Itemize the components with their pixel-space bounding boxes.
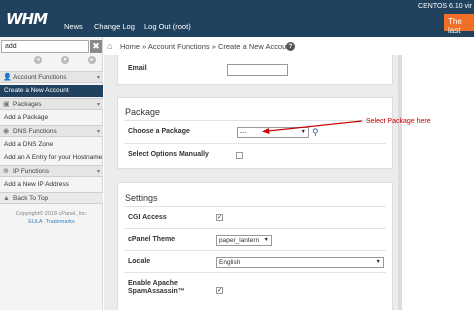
chevron-down-icon: ▼ (263, 237, 269, 243)
spamassassin-label-line1: Enable Apache (128, 280, 178, 287)
package-icon: ▣ (3, 101, 10, 108)
cgi-access-label: CGI Access (128, 214, 167, 221)
spamassassin-label-line2: SpamAssassin™ (128, 288, 185, 295)
dns-icon: ◉ (3, 128, 10, 135)
ip-icon: ⊕ (3, 168, 9, 175)
sidebar-item-add-package[interactable]: Add a Package (0, 112, 103, 124)
chevron-down-icon: ▼ (300, 129, 306, 135)
help-icon[interactable]: ? (286, 42, 295, 51)
settings-panel: Settings CGI Access ✓ cPanel Theme paper… (117, 182, 393, 310)
expand-icon[interactable]: ▾ (61, 56, 69, 64)
sidebar-item-create-account[interactable]: Create a New Account (0, 85, 103, 97)
package-select-value: --- (240, 129, 247, 136)
spamassassin-checkbox[interactable]: ✓ (216, 287, 223, 294)
divider (124, 272, 386, 273)
trademarks-link[interactable]: Trademarks (46, 219, 75, 225)
select-options-manually-checkbox[interactable] (236, 152, 243, 159)
whm-logo[interactable]: WHM (6, 10, 48, 28)
choose-package-label: Choose a Package (128, 128, 190, 135)
back-to-top-link[interactable]: ▲ Back To Top (0, 192, 103, 204)
search-input[interactable] (1, 40, 89, 53)
chevron-down-icon: ▾ (96, 102, 100, 108)
back-to-top-label: Back To Top (13, 195, 49, 202)
search-icon[interactable]: ⚲ (312, 128, 321, 137)
expand-all-icon[interactable]: ▸ (88, 56, 96, 64)
up-arrow-icon: ▲ (3, 195, 10, 202)
category-label: DNS Functions (13, 128, 57, 135)
locale-select-value: English (219, 259, 241, 266)
select-options-manually-label: Select Options Manually (128, 151, 209, 158)
cgi-access-checkbox[interactable]: ✓ (216, 214, 223, 221)
breadcrumb-text[interactable]: Home » Account Functions » Create a New … (120, 42, 293, 51)
person-icon: 👤 (3, 74, 12, 81)
sidebar-item-add-dns-zone[interactable]: Add a DNS Zone (0, 139, 103, 151)
locale-select[interactable]: English ▼ (216, 257, 384, 268)
clear-search-button[interactable]: ✖ (90, 40, 102, 53)
collapse-all-icon[interactable]: ◂ (34, 56, 42, 64)
category-ip-functions[interactable]: ⊕ IP Functions ▾ (0, 165, 103, 177)
theme-select-value: paper_lantern (219, 237, 260, 244)
cpanel-theme-label: cPanel Theme (128, 236, 176, 243)
sidebar-search: ✖ (1, 40, 102, 53)
chevron-down-icon: ▾ (96, 129, 100, 135)
divider (124, 250, 386, 251)
nav-logout-link[interactable]: Log Out (root) (144, 22, 191, 31)
category-packages[interactable]: ▣ Packages ▾ (0, 98, 103, 110)
sidebar: ✖ ◂ ▾ ▸ 👤 Account Functions ▾ Create a N… (0, 37, 103, 310)
cpanel-theme-select[interactable]: paper_lantern ▼ (216, 235, 272, 246)
email-panel: Email (117, 55, 393, 85)
latest-button[interactable]: The last (444, 14, 474, 35)
server-info: CENTOS 6.10 vir (418, 3, 472, 10)
home-icon[interactable]: ⌂ (107, 42, 116, 51)
eula-link[interactable]: EULA (28, 219, 42, 225)
chevron-down-icon: ▾ (96, 75, 100, 81)
nav-news-link[interactable]: News (64, 22, 83, 31)
divider (124, 143, 386, 144)
content-scrollbar[interactable] (398, 55, 402, 310)
chevron-down-icon: ▼ (375, 259, 381, 265)
divider (124, 206, 386, 207)
email-field[interactable] (227, 64, 288, 76)
sidebar-item-add-a-entry[interactable]: Add an A Entry for your Hostname (0, 152, 103, 164)
category-account-functions[interactable]: 👤 Account Functions ▾ (0, 71, 103, 83)
package-section-title: Package (125, 107, 161, 117)
copyright-text: Copyright© 2018 cPanel, Inc. (15, 211, 88, 217)
footer-links: EULA Trademarks (0, 219, 103, 225)
category-label: Account Functions (13, 74, 67, 81)
nav-changelog-link[interactable]: Change Log (94, 22, 135, 31)
email-label: Email (128, 65, 147, 72)
divider (124, 228, 386, 229)
chevron-down-icon: ▾ (96, 169, 100, 175)
annotation-text: Select Package here (366, 118, 431, 125)
settings-section-title: Settings (125, 193, 158, 203)
top-header: WHM News Change Log Log Out (root) CENTO… (0, 0, 474, 37)
package-panel: Package Choose a Package --- ▼ ⚲ Select … (117, 97, 393, 169)
category-label: IP Functions (13, 168, 50, 175)
category-label: Packages (13, 101, 42, 108)
sidebar-controls: ◂ ▾ ▸ (0, 55, 103, 65)
locale-label: Locale (128, 258, 151, 265)
package-select[interactable]: --- ▼ (237, 127, 309, 138)
category-dns-functions[interactable]: ◉ DNS Functions ▾ (0, 125, 103, 137)
sidebar-item-add-ip[interactable]: Add a New IP Address (0, 179, 103, 191)
divider (124, 120, 386, 121)
